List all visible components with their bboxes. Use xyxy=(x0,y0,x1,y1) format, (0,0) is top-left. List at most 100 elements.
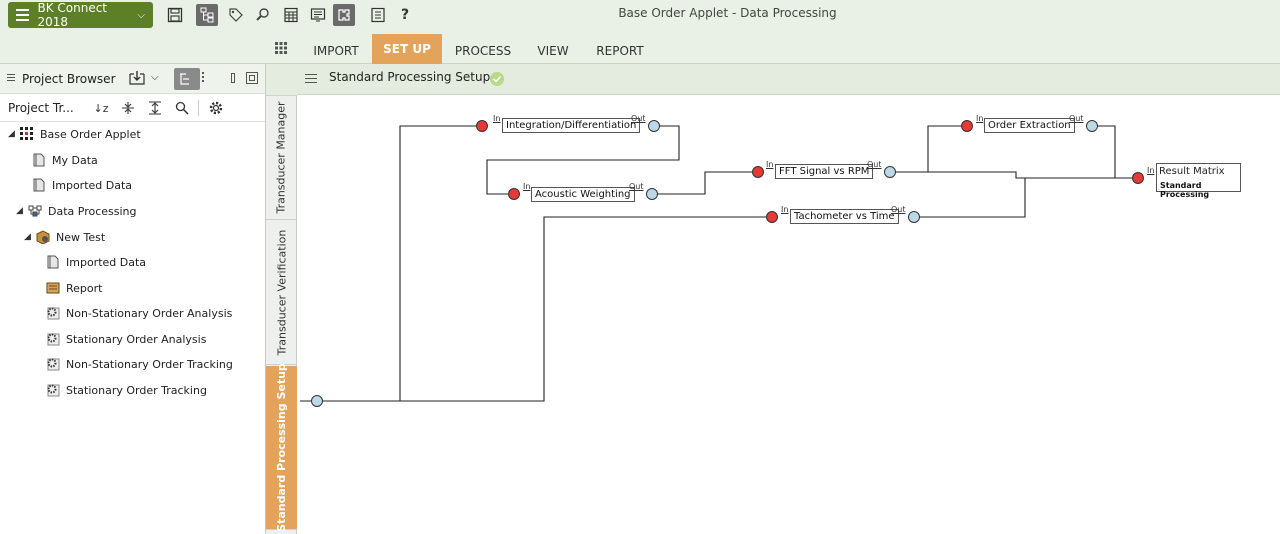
out-port-label: Out xyxy=(867,160,882,169)
tree-item-label: Stationary Order Analysis xyxy=(66,332,207,346)
integration-output-port[interactable] xyxy=(648,120,660,132)
node-tachometer-vs-time[interactable]: Tachometer vs Time xyxy=(790,209,899,224)
header-spacer xyxy=(266,64,297,96)
maximize-icon[interactable] xyxy=(246,72,258,84)
project-browser-title: Project Browser xyxy=(22,72,116,86)
tree-item-label: Data Processing xyxy=(48,204,137,218)
project-browser-panel: Project Browser ⌵ Project Tr... ↓z ◢ Bas… xyxy=(0,64,266,534)
tree-view-icon[interactable] xyxy=(174,68,200,90)
tab-setup[interactable]: SET UP xyxy=(372,34,442,64)
data-file-icon xyxy=(32,178,46,192)
tree-item-imported-data[interactable]: Imported Data xyxy=(32,174,132,196)
tree-item-label: Stationary Order Tracking xyxy=(66,383,207,397)
tree-item-my-data[interactable]: My Data xyxy=(32,149,98,171)
fft-output-port[interactable] xyxy=(884,166,896,178)
connection-lines xyxy=(300,125,1138,402)
tachometer-input-port[interactable] xyxy=(766,211,778,223)
menu-icon[interactable] xyxy=(7,74,15,81)
check-status-icon xyxy=(489,71,505,90)
order-extraction-output-port[interactable] xyxy=(1086,120,1098,132)
tree-item-imported-data-test[interactable]: Imported Data xyxy=(46,251,146,273)
tree-item-label: My Data xyxy=(52,153,98,167)
vtab-transducer-manager[interactable]: Transducer Manager xyxy=(266,96,297,220)
sort-az-icon[interactable]: ↓z xyxy=(92,99,110,117)
collapse-triangle-icon[interactable]: ◢ xyxy=(8,129,20,139)
data-file-icon xyxy=(32,153,46,167)
in-port-label: In xyxy=(781,205,789,214)
node-integration-differentiation[interactable]: Integration/Differentiation xyxy=(502,118,641,133)
collapse-icon[interactable] xyxy=(119,99,137,117)
collapse-triangle-icon[interactable]: ◢ xyxy=(16,206,28,216)
gear-doc-icon xyxy=(46,306,60,320)
collapse-triangle-icon[interactable]: ◢ xyxy=(24,232,36,242)
result-matrix-label: Result Matrix xyxy=(1159,166,1225,177)
tree-item-label: Base Order Applet xyxy=(40,127,141,141)
expand-icon[interactable] xyxy=(146,99,164,117)
in-port-label: In xyxy=(523,182,531,191)
window-title: Base Order Applet - Data Processing xyxy=(618,6,837,20)
more-icon[interactable] xyxy=(202,72,206,82)
tree-item-data-processing[interactable]: ◢ Data Processing xyxy=(16,200,137,222)
out-port-label: Out xyxy=(1069,114,1084,123)
order-extraction-input-port[interactable] xyxy=(961,120,973,132)
apps-grid-icon[interactable] xyxy=(275,42,287,57)
vertical-tab-strip: Transducer Manager Transducer Verificati… xyxy=(266,96,297,534)
tree-item-label: Imported Data xyxy=(52,178,133,192)
in-port-label: In xyxy=(766,160,774,169)
result-input-port[interactable] xyxy=(1132,172,1144,184)
out-port-label: Out xyxy=(631,114,646,123)
project-browser-header: Project Browser ⌵ xyxy=(0,64,265,94)
tab-report[interactable]: REPORT xyxy=(588,38,652,64)
chevron-down-icon[interactable]: ⌵ xyxy=(151,72,159,83)
tab-import[interactable]: IMPORT xyxy=(302,38,370,64)
tree-item-non-stationary-order-tracking[interactable]: Non-Stationary Order Tracking xyxy=(46,353,233,375)
tree-item-label: Non-Stationary Order Tracking xyxy=(66,357,233,371)
tree-item-label: Non-Stationary Order Analysis xyxy=(66,306,233,320)
source-output-port[interactable] xyxy=(311,395,323,407)
tree-item-label: New Test xyxy=(56,230,106,244)
tree-item-label: Imported Data xyxy=(66,255,147,269)
setup-header: Standard Processing Setup xyxy=(297,64,1280,95)
vtab-transducer-verification[interactable]: Transducer Verification xyxy=(266,220,297,365)
node-acoustic-weighting[interactable]: Acoustic Weighting xyxy=(531,187,635,202)
vtab-label: Transducer Verification xyxy=(275,229,289,355)
toolbar-divider xyxy=(198,100,199,116)
node-order-extraction[interactable]: Order Extraction xyxy=(984,118,1075,133)
report-icon xyxy=(46,281,60,295)
test-box-icon xyxy=(36,230,50,244)
import-icon[interactable] xyxy=(128,70,146,91)
tree-item-base-order-applet[interactable]: ◢ Base Order Applet xyxy=(8,123,141,145)
gear-doc-icon xyxy=(46,383,60,397)
processing-flow-canvas[interactable]: In Integration/Differentiation Out In Ac… xyxy=(298,96,1280,534)
tree-item-non-stationary-order-analysis[interactable]: Non-Stationary Order Analysis xyxy=(46,302,232,324)
tree-item-stationary-order-tracking[interactable]: Stationary Order Tracking xyxy=(46,379,207,401)
fft-input-port[interactable] xyxy=(752,166,764,178)
node-result-matrix[interactable]: Result Matrix Standard Processing xyxy=(1156,163,1241,199)
tab-view[interactable]: VIEW xyxy=(526,38,580,64)
pin-icon[interactable] xyxy=(231,73,235,83)
in-port-label: In xyxy=(1147,166,1155,175)
tree-item-new-test[interactable]: ◢ New Test xyxy=(24,226,105,248)
search-icon[interactable] xyxy=(173,99,191,117)
integration-input-port[interactable] xyxy=(476,120,488,132)
vtab-standard-processing-setup[interactable]: Standard Processing Setup xyxy=(266,363,297,532)
out-port-label: Out xyxy=(891,205,906,214)
tab-process[interactable]: PROCESS xyxy=(446,38,520,64)
out-port-label: Out xyxy=(629,182,644,191)
settings-gear-icon[interactable] xyxy=(207,99,225,117)
in-port-label: In xyxy=(976,114,984,123)
vtab-label: Transducer Manager xyxy=(275,101,289,214)
result-matrix-sublabel: Standard Processing xyxy=(1160,181,1210,199)
tree-item-label: Report xyxy=(66,281,103,295)
gear-doc-icon xyxy=(46,332,60,346)
acoustic-output-port[interactable] xyxy=(646,188,658,200)
menu-icon[interactable] xyxy=(305,74,317,83)
tree-item-stationary-order-analysis[interactable]: Stationary Order Analysis xyxy=(46,328,206,350)
tachometer-output-port[interactable] xyxy=(908,211,920,223)
tree-item-report[interactable]: Report xyxy=(46,277,102,299)
processing-icon xyxy=(28,204,42,218)
project-tree-toolbar: Project Tr... ↓z xyxy=(0,94,265,122)
acoustic-input-port[interactable] xyxy=(508,188,520,200)
node-fft-signal-vs-rpm[interactable]: FFT Signal vs RPM xyxy=(775,164,874,179)
vtab-label: Standard Processing Setup xyxy=(275,363,289,532)
